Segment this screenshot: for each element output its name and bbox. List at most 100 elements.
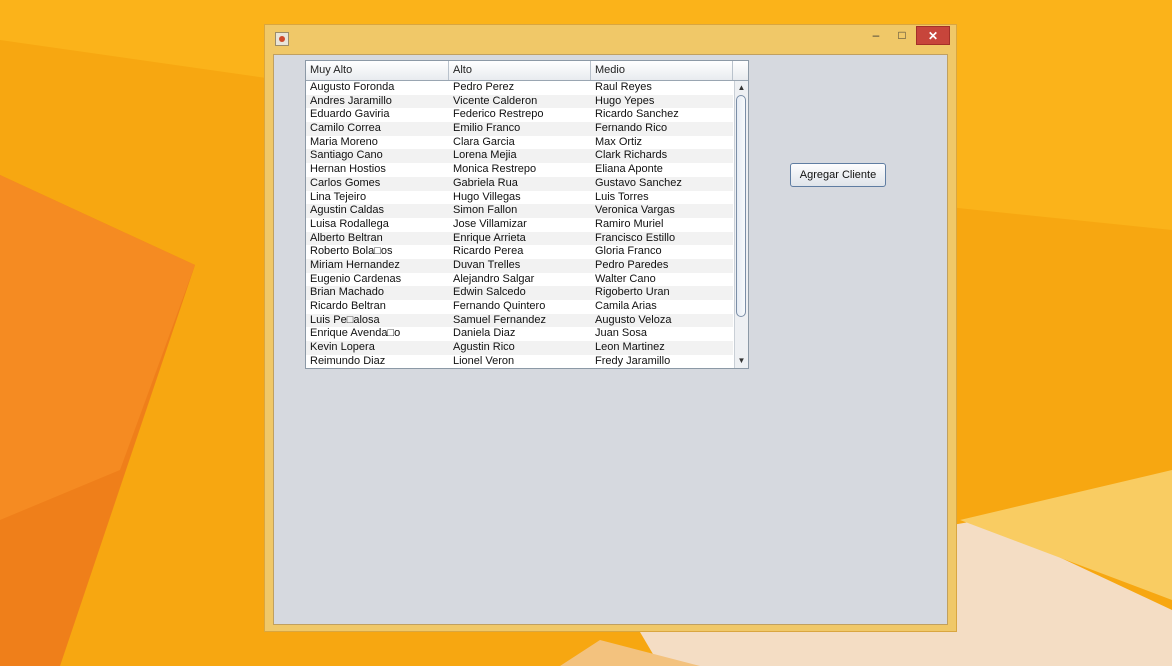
table-cell[interactable]: Hugo Villegas	[449, 191, 591, 205]
table-cell[interactable]: Luisa Rodallega	[306, 218, 449, 232]
table-cell[interactable]: Gustavo Sanchez	[591, 177, 733, 191]
table-cell[interactable]: Rigoberto Uran	[591, 286, 733, 300]
app-window: – □ ✕ Muy Alto Alto Medio Augusto Forond…	[264, 24, 957, 632]
table-row[interactable]: Carlos Gomes Gabriela Rua Gustavo Sanchez	[306, 176, 733, 191]
column-header-medio[interactable]: Medio	[591, 61, 733, 80]
add-client-button[interactable]: Agregar Cliente	[790, 163, 886, 187]
table-cell[interactable]: Hernan Hostios	[306, 163, 449, 177]
table-cell[interactable]: Pedro Paredes	[591, 259, 733, 273]
table-cell[interactable]: Emilio Franco	[449, 122, 591, 136]
minimize-button[interactable]: –	[863, 26, 889, 45]
table-cell[interactable]: Ricardo Perea	[449, 245, 591, 259]
table-row[interactable]: Miriam Hernandez Duvan Trelles Pedro Pared…	[306, 258, 733, 273]
table-cell[interactable]: Camila Arias	[591, 300, 733, 314]
table-cell[interactable]: Gloria Franco	[591, 245, 733, 259]
table-cell[interactable]: Santiago Cano	[306, 149, 449, 163]
table-cell[interactable]: Lina Tejeiro	[306, 191, 449, 205]
scrollbar-thumb[interactable]	[736, 95, 746, 317]
table-cell[interactable]: Simon Fallon	[449, 204, 591, 218]
table-row[interactable]: Camilo Correa Emilio Franco Fernando Rico	[306, 122, 733, 136]
column-header-muy-alto[interactable]: Muy Alto	[306, 61, 449, 80]
table-cell[interactable]: Miriam Hernandez	[306, 259, 449, 273]
table-cell[interactable]: Hugo Yepes	[591, 95, 733, 109]
table-cell[interactable]: Samuel Fernandez	[449, 314, 591, 328]
table-cell[interactable]: Jose Villamizar	[449, 218, 591, 232]
maximize-button[interactable]: □	[889, 26, 915, 45]
table-row[interactable]: Andres Jaramillo Vicente Calderon Hugo Yep…	[306, 94, 733, 109]
table-cell[interactable]: Francisco Estillo	[591, 232, 733, 246]
table-cell[interactable]: Edwin Salcedo	[449, 286, 591, 300]
table-cell[interactable]: Andres Jaramillo	[306, 95, 449, 109]
table-row[interactable]: Eduardo Gaviria Federico Restrepo Ricardo …	[306, 108, 733, 122]
table-cell[interactable]: Fernando Rico	[591, 122, 733, 136]
table-cell[interactable]: Kevin Lopera	[306, 341, 449, 355]
table-cell[interactable]: Eduardo Gaviria	[306, 108, 449, 122]
table-cell[interactable]: Brian Machado	[306, 286, 449, 300]
title-bar[interactable]: – □ ✕	[265, 25, 956, 54]
table-row[interactable]: Kevin Lopera Agustin Rico Leon Martinez	[306, 341, 733, 355]
table-cell[interactable]: Luis Torres	[591, 191, 733, 205]
table-row[interactable]: Hernan Hostios Monica Restrepo Eliana Apon…	[306, 163, 733, 177]
table-cell[interactable]: Eliana Aponte	[591, 163, 733, 177]
table-cell[interactable]: Agustin Rico	[449, 341, 591, 355]
table-cell[interactable]: Agustin Caldas	[306, 204, 449, 218]
table-cell[interactable]: Ramiro Muriel	[591, 218, 733, 232]
table-cell[interactable]: Enrique Arrieta	[449, 232, 591, 246]
table-cell[interactable]: Leon Martinez	[591, 341, 733, 355]
table-cell[interactable]: Gabriela Rua	[449, 177, 591, 191]
table-cell[interactable]: Augusto Veloza	[591, 314, 733, 328]
table-cell[interactable]: Alberto Beltran	[306, 232, 449, 246]
table-cell[interactable]: Maria Moreno	[306, 136, 449, 150]
table-cell[interactable]: Max Ortiz	[591, 136, 733, 150]
table-row[interactable]: Augusto Foronda Pedro Perez Raul Reyes	[306, 81, 733, 95]
java-app-icon[interactable]	[275, 32, 289, 46]
table-row[interactable]: Ricardo Beltran Fernando Quintero Camila A…	[306, 300, 733, 314]
clients-table[interactable]: Muy Alto Alto Medio Augusto Foronda Pedro…	[305, 60, 749, 369]
table-cell[interactable]: Camilo Correa	[306, 122, 449, 136]
table-cell[interactable]: Eugenio Cardenas	[306, 273, 449, 287]
table-cell[interactable]: Fernando Quintero	[449, 300, 591, 314]
table-cell[interactable]: Federico Restrepo	[449, 108, 591, 122]
close-button[interactable]: ✕	[916, 26, 950, 45]
table-cell[interactable]: Roberto Bola□os	[306, 245, 449, 259]
table-cell[interactable]: Daniela Diaz	[449, 327, 591, 341]
table-cell[interactable]: Clark Richards	[591, 149, 733, 163]
table-cell[interactable]: Fredy Jaramillo	[591, 355, 733, 368]
table-cell[interactable]: Ricardo Beltran	[306, 300, 449, 314]
table-cell[interactable]: Clara Garcia	[449, 136, 591, 150]
table-cell[interactable]: Luis Pe□alosa	[306, 314, 449, 328]
table-row[interactable]: Eugenio Cardenas Alejandro Salgar Walter C…	[306, 273, 733, 287]
table-cell[interactable]: Monica Restrepo	[449, 163, 591, 177]
table-row[interactable]: Luisa Rodallega Jose Villamizar Ramiro Mur…	[306, 218, 733, 232]
table-cell[interactable]: Reimundo Diaz	[306, 355, 449, 368]
table-row[interactable]: Agustin Caldas Simon Fallon Veronica Varga…	[306, 204, 733, 218]
table-cell[interactable]: Duvan Trelles	[449, 259, 591, 273]
vertical-scrollbar[interactable]: ▲ ▼	[734, 81, 748, 368]
scroll-up-arrow-icon[interactable]: ▲	[735, 82, 748, 94]
table-cell[interactable]: Walter Cano	[591, 273, 733, 287]
table-cell[interactable]: Enrique Avenda□o	[306, 327, 449, 341]
table-cell[interactable]: Alejandro Salgar	[449, 273, 591, 287]
table-cell[interactable]: Ricardo Sanchez	[591, 108, 733, 122]
table-cell[interactable]: Juan Sosa	[591, 327, 733, 341]
table-cell[interactable]: Carlos Gomes	[306, 177, 449, 191]
table-row[interactable]: Maria Moreno Clara Garcia Max Ortiz	[306, 136, 733, 150]
table-row[interactable]: Luis Pe□alosa Samuel Fernandez Augusto Vel…	[306, 313, 733, 328]
table-row[interactable]: Lina Tejeiro Hugo Villegas Luis Torres	[306, 191, 733, 205]
table-cell[interactable]: Vicente Calderon	[449, 95, 591, 109]
scroll-down-arrow-icon[interactable]: ▼	[735, 355, 748, 367]
table-row[interactable]: Santiago Cano Lorena Mejia Clark Richards	[306, 149, 733, 164]
table-cell[interactable]: Raul Reyes	[591, 81, 733, 95]
table-cell[interactable]: Augusto Foronda	[306, 81, 449, 95]
table-cell[interactable]: Lionel Veron	[449, 355, 591, 368]
table-row[interactable]: Brian Machado Edwin Salcedo Rigoberto Uran	[306, 286, 733, 300]
table-row[interactable]: Enrique Avenda□o Daniela Diaz Juan Sosa	[306, 327, 733, 341]
table-cell[interactable]: Veronica Vargas	[591, 204, 733, 218]
table-cell[interactable]: Lorena Mejia	[449, 149, 591, 163]
content-panel: Muy Alto Alto Medio Augusto Foronda Pedro…	[273, 54, 948, 625]
table-row[interactable]: Reimundo Diaz Lionel Veron Fredy Jaramillo	[306, 355, 733, 368]
column-header-alto[interactable]: Alto	[449, 61, 591, 80]
table-row[interactable]: Roberto Bola□os Ricardo Perea Gloria Franc…	[306, 245, 733, 259]
table-row[interactable]: Alberto Beltran Enrique Arrieta Francisco …	[306, 231, 733, 246]
table-cell[interactable]: Pedro Perez	[449, 81, 591, 95]
